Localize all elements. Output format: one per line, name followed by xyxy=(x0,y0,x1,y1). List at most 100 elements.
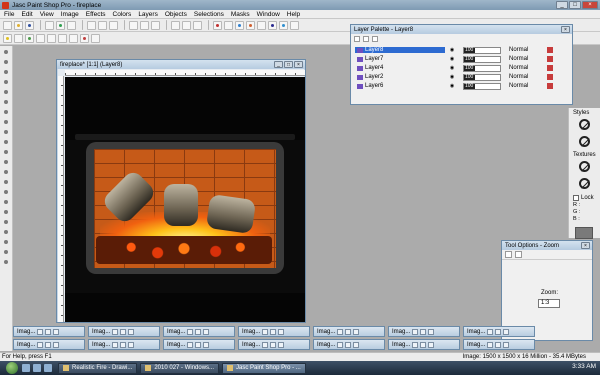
crop-tool-icon[interactable] xyxy=(2,78,11,86)
minimize-button[interactable]: _ xyxy=(556,1,568,9)
filter-icon[interactable] xyxy=(91,33,100,43)
paint-brush-icon[interactable] xyxy=(2,138,11,146)
opacity-slider[interactable]: 100 xyxy=(463,64,501,72)
layer-properties-icon[interactable] xyxy=(372,35,378,42)
script-icon[interactable] xyxy=(279,20,288,30)
browser-icon[interactable] xyxy=(3,33,12,43)
color-replacer-icon[interactable] xyxy=(2,158,11,166)
start-button[interactable] xyxy=(6,362,18,374)
freehand-tool-icon[interactable] xyxy=(2,108,11,116)
blend-mode[interactable]: Normal xyxy=(509,47,541,53)
object-selector-icon[interactable] xyxy=(2,258,11,266)
open-folder-icon[interactable] xyxy=(14,20,23,30)
print-icon[interactable] xyxy=(45,20,54,30)
taskbar-button[interactable]: Realistic Fire - Drawi... xyxy=(58,362,138,374)
menu-file[interactable]: File xyxy=(4,11,14,18)
help-icon[interactable] xyxy=(290,20,299,30)
current-color-swatch[interactable] xyxy=(575,227,593,239)
magic-wand-icon[interactable] xyxy=(2,118,11,126)
minimized-image-window[interactable]: Imag... xyxy=(313,326,385,337)
tube-icon[interactable] xyxy=(69,33,78,43)
minimized-image-window[interactable]: Imag... xyxy=(238,326,310,337)
full-screen-icon[interactable] xyxy=(193,20,202,30)
foreground-style-swatch[interactable] xyxy=(573,118,595,133)
visibility-icon[interactable]: ◉ xyxy=(445,83,459,89)
copy-icon[interactable] xyxy=(98,20,107,30)
scratch-remover-icon[interactable] xyxy=(2,178,11,186)
minimized-image-window[interactable]: Imag... xyxy=(463,326,535,337)
menu-masks[interactable]: Masks xyxy=(231,11,250,18)
zoom-options-icon[interactable] xyxy=(505,251,512,258)
arrow-tool-icon[interactable] xyxy=(2,48,11,56)
foreground-texture-swatch[interactable] xyxy=(573,160,595,175)
image-close-button[interactable]: × xyxy=(294,61,303,68)
minimized-image-window[interactable]: Imag... xyxy=(163,339,235,350)
save-icon[interactable] xyxy=(25,20,34,30)
paste-icon[interactable] xyxy=(109,20,118,30)
text-icon[interactable] xyxy=(2,228,11,236)
minimized-image-window[interactable]: Imag... xyxy=(238,339,310,350)
minimized-image-window[interactable]: Imag... xyxy=(13,339,85,350)
lock-checkbox[interactable]: Lock xyxy=(573,195,600,201)
retouch-icon[interactable] xyxy=(2,168,11,176)
layer-palette-close-button[interactable]: × xyxy=(561,26,570,33)
layer-row[interactable]: Layer2 ◉ 100 Normal xyxy=(355,73,570,81)
menu-colors[interactable]: Colors xyxy=(113,11,132,18)
layer-row[interactable]: Layer7 ◉ 100 Normal xyxy=(355,55,570,63)
layer-row[interactable]: Layer8 ◉ 100 Normal xyxy=(355,46,570,54)
lock-icon[interactable] xyxy=(547,47,553,53)
visibility-icon[interactable]: ◉ xyxy=(445,74,459,80)
quick-launch-icon[interactable] xyxy=(44,364,52,372)
opacity-slider[interactable]: 100 xyxy=(463,82,501,90)
undo-icon[interactable] xyxy=(129,20,138,30)
grid-icon[interactable] xyxy=(224,20,233,30)
menu-view[interactable]: View xyxy=(40,11,54,18)
layers-icon[interactable] xyxy=(235,20,244,30)
quick-launch-icon[interactable] xyxy=(22,364,30,372)
clone-brush-icon[interactable] xyxy=(2,148,11,156)
zoom-tool-icon[interactable] xyxy=(2,58,11,66)
minimized-image-window[interactable]: Imag... xyxy=(88,339,160,350)
image-info-icon[interactable] xyxy=(213,20,222,30)
new-layer-icon[interactable] xyxy=(354,35,360,42)
delete-layer-icon[interactable] xyxy=(363,35,369,42)
minimized-image-window[interactable]: Imag... xyxy=(88,326,160,337)
palette-icon[interactable] xyxy=(246,20,255,30)
blend-mode[interactable]: Normal xyxy=(509,65,541,71)
lock-icon[interactable] xyxy=(547,74,553,80)
blend-mode[interactable]: Normal xyxy=(509,74,541,80)
menu-selections[interactable]: Selections xyxy=(194,11,224,18)
move-tool-icon[interactable] xyxy=(2,88,11,96)
cut-icon[interactable] xyxy=(87,20,96,30)
mask-icon[interactable] xyxy=(47,33,56,43)
dropper-icon[interactable] xyxy=(2,128,11,136)
taskbar-button[interactable]: 2010 027 - Windows... xyxy=(140,362,220,374)
opacity-slider[interactable]: 100 xyxy=(463,55,501,63)
preset-shapes-icon[interactable] xyxy=(2,248,11,256)
maximize-button[interactable]: □ xyxy=(569,1,581,9)
taskbar-button[interactable]: Jasc Paint Shop Pro - ... xyxy=(222,362,306,374)
background-texture-swatch[interactable] xyxy=(573,177,595,192)
image-canvas[interactable] xyxy=(65,77,305,322)
visibility-icon[interactable]: ◉ xyxy=(445,56,459,62)
blend-mode[interactable]: Normal xyxy=(509,83,541,89)
menu-effects[interactable]: Effects xyxy=(86,11,106,18)
effects-icon[interactable] xyxy=(80,33,89,43)
close-button[interactable]: × xyxy=(582,1,598,9)
menu-window[interactable]: Window xyxy=(257,11,280,18)
material-icon[interactable] xyxy=(36,33,45,43)
settings-icon[interactable] xyxy=(515,251,522,258)
image-window[interactable]: fireplace* [1:1] (Layer8) _ □ × xyxy=(56,59,306,323)
airbrush-icon[interactable] xyxy=(2,208,11,216)
deform-tool-icon[interactable] xyxy=(2,68,11,76)
draw-icon[interactable] xyxy=(2,238,11,246)
menu-help[interactable]: Help xyxy=(287,11,300,18)
picture-tube-icon[interactable] xyxy=(2,198,11,206)
zoom-out-icon[interactable] xyxy=(182,20,191,30)
object-icon[interactable] xyxy=(25,33,34,43)
opacity-slider[interactable]: 100 xyxy=(463,46,501,54)
histogram-icon[interactable] xyxy=(268,20,277,30)
opacity-slider[interactable]: 100 xyxy=(463,73,501,81)
lock-icon[interactable] xyxy=(547,65,553,71)
flood-fill-icon[interactable] xyxy=(2,218,11,226)
